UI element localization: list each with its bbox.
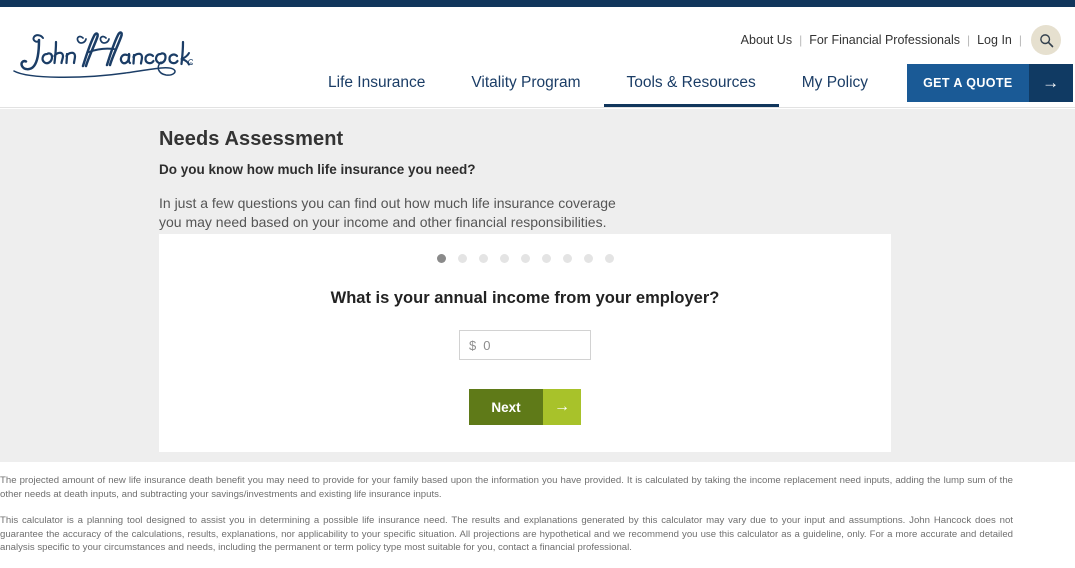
progress-dot-5[interactable] [520,254,530,263]
search-icon [1039,33,1054,48]
progress-dots [159,234,891,263]
disclaimer-paragraph: This calculator is a planning tool desig… [0,515,1013,554]
nav-item-tools-and-resources[interactable]: Tools & Resources [603,59,779,107]
progress-dot-4[interactable] [499,254,509,263]
annual-income-input[interactable] [483,337,581,353]
page-subtitle: Do you know how much life insurance you … [159,162,476,177]
next-button-label: Next [469,389,543,425]
progress-dot-3[interactable] [478,254,488,263]
utility-link-about-us[interactable]: About Us [734,34,799,47]
utility-nav: About Us | For Financial Professionals |… [734,25,1061,55]
next-button-wrapper: Next → [159,389,891,425]
disclaimer-section: The projected amount of new life insuran… [0,462,1075,568]
question-text: What is your annual income from your emp… [330,289,720,307]
svg-text:R: R [190,61,192,65]
utility-link-for-financial-professionals[interactable]: For Financial Professionals [802,34,967,47]
nav-item-my-policy[interactable]: My Policy [779,59,891,107]
get-a-quote-button[interactable]: GET A QUOTE → [907,64,1073,102]
progress-dot-7[interactable] [562,254,572,263]
assessment-card: What is your annual income from your emp… [159,234,891,452]
nav-item-life-insurance[interactable]: Life Insurance [305,59,448,107]
income-input-group[interactable]: $ [459,330,591,360]
top-accent-bar [0,0,1075,7]
arrow-right-icon: → [1028,64,1073,102]
page-intro-text: In just a few questions you can find out… [159,195,616,230]
nav-item-vitality-program[interactable]: Vitality Program [448,59,603,107]
disclaimer-paragraph: The projected amount of new life insuran… [0,475,1013,500]
progress-dot-2[interactable] [457,254,467,263]
next-button[interactable]: Next → [469,389,581,425]
utility-nav-separator: | [1018,33,1022,47]
get-a-quote-label: GET A QUOTE [907,64,1029,102]
john-hancock-logo[interactable]: R [8,23,193,85]
progress-dot-6[interactable] [541,254,551,263]
utility-link-log-in[interactable]: Log In [970,34,1019,47]
progress-dot-1[interactable] [436,254,446,263]
site-header: R About Us | For Financial Professionals… [0,7,1075,108]
arrow-right-icon: → [543,389,581,425]
progress-dot-9[interactable] [604,254,614,263]
content-inner: Needs Assessment Do you know how much li… [159,109,891,231]
currency-symbol: $ [469,337,477,353]
progress-dot-8[interactable] [583,254,593,263]
search-button[interactable] [1031,25,1061,55]
income-input-wrapper: $ [159,330,891,360]
page-title: Needs Assessment [159,128,344,150]
page-root: R About Us | For Financial Professionals… [0,0,1075,568]
main-nav: Life Insurance Vitality Program Tools & … [305,59,1073,107]
